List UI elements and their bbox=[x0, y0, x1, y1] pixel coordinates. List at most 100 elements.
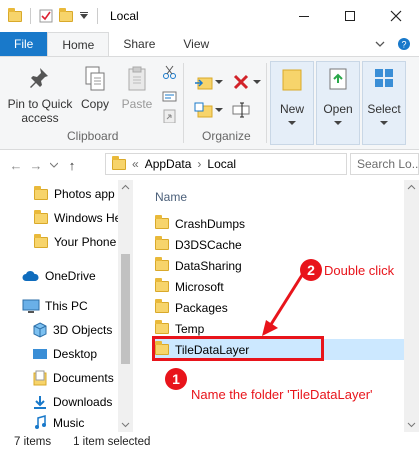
folder-icon bbox=[34, 185, 48, 200]
nav-item-this-pc[interactable]: This PC bbox=[22, 294, 88, 318]
up-button[interactable]: ↑ bbox=[62, 158, 82, 173]
navigation-pane: Photos app Windows He Your Phone OneDriv… bbox=[0, 180, 133, 432]
ribbon-tabs: File Home Share View ? bbox=[0, 32, 419, 56]
folder-icon bbox=[155, 236, 169, 250]
list-item[interactable]: D3DSCache bbox=[155, 234, 242, 255]
chevron-up-icon[interactable] bbox=[118, 182, 133, 192]
folder-icon bbox=[155, 299, 169, 313]
list-item[interactable]: Microsoft bbox=[155, 276, 224, 297]
customize-toolbar-icon[interactable] bbox=[79, 11, 89, 21]
divider bbox=[183, 63, 184, 143]
search-input[interactable]: Search Lo... bbox=[357, 157, 418, 171]
maximize-button[interactable] bbox=[327, 0, 373, 32]
music-icon bbox=[35, 415, 46, 429]
new-folder-icon[interactable] bbox=[59, 7, 73, 22]
paste-button[interactable]: Paste bbox=[118, 65, 156, 111]
cube-icon bbox=[33, 322, 47, 338]
open-label: Open bbox=[323, 102, 353, 116]
step-1-text: Name the folder 'TileDataLayer' bbox=[191, 387, 373, 402]
copy-path-icon[interactable] bbox=[162, 89, 178, 103]
tab-file[interactable]: File bbox=[0, 32, 48, 56]
chevron-down-icon[interactable] bbox=[404, 420, 419, 430]
nav-item-label: Music bbox=[53, 416, 85, 430]
nav-item-desktop[interactable]: Desktop bbox=[32, 342, 97, 366]
address-overflow[interactable]: « bbox=[132, 157, 139, 171]
list-item[interactable]: Packages bbox=[155, 297, 228, 318]
folder-icon bbox=[155, 215, 169, 229]
forward-button[interactable]: → bbox=[26, 158, 46, 173]
nav-item-3d-objects[interactable]: 3D Objects bbox=[32, 318, 112, 342]
nav-item-your-phone[interactable]: Your Phone bbox=[34, 230, 116, 254]
chevron-down-icon[interactable] bbox=[118, 420, 133, 430]
copy-to-icon[interactable] bbox=[194, 101, 214, 119]
new-button[interactable]: New bbox=[270, 61, 314, 145]
select-label: Select bbox=[367, 102, 401, 116]
chevron-right-icon[interactable]: › bbox=[197, 157, 201, 171]
minimize-icon bbox=[299, 16, 309, 17]
list-item[interactable]: CrashDumps bbox=[155, 213, 245, 234]
chevron-up-icon[interactable] bbox=[404, 182, 419, 192]
paste-label: Paste bbox=[121, 97, 153, 111]
chevron-down-icon[interactable] bbox=[215, 79, 223, 85]
nav-scrollbar[interactable] bbox=[118, 180, 133, 432]
nav-item-photos-app[interactable]: Photos app bbox=[34, 182, 115, 206]
select-button[interactable]: Select bbox=[362, 61, 406, 145]
folder-icon bbox=[112, 155, 126, 170]
svg-text:?: ? bbox=[401, 40, 406, 50]
list-item[interactable]: DataSharing bbox=[155, 255, 242, 276]
tab-share[interactable]: Share bbox=[109, 32, 169, 56]
folder-name: Microsoft bbox=[175, 279, 224, 294]
nav-item-documents[interactable]: Documents bbox=[32, 366, 114, 390]
rename-icon[interactable] bbox=[232, 101, 250, 119]
close-icon bbox=[390, 10, 402, 22]
chevron-down-icon[interactable] bbox=[375, 39, 385, 49]
minimize-button[interactable] bbox=[281, 0, 327, 32]
folder-name: D3DSCache bbox=[175, 237, 242, 252]
search-box[interactable]: Search Lo... bbox=[350, 153, 419, 175]
chevron-down-icon bbox=[380, 121, 388, 125]
chevron-down-icon[interactable] bbox=[253, 79, 261, 85]
folder-icon bbox=[155, 278, 169, 292]
paste-shortcut-icon[interactable] bbox=[162, 109, 178, 123]
nav-item-windows-he[interactable]: Windows He bbox=[34, 206, 121, 230]
nav-item-label: 3D Objects bbox=[53, 323, 113, 337]
content-scrollbar[interactable] bbox=[404, 180, 419, 432]
new-folder-icon bbox=[282, 69, 302, 91]
step-2-text: Double click bbox=[324, 263, 395, 278]
tab-view[interactable]: View bbox=[169, 32, 223, 56]
properties-icon[interactable] bbox=[39, 9, 53, 23]
nav-item-onedrive[interactable]: OneDrive bbox=[22, 264, 96, 288]
copy-button[interactable]: Copy bbox=[76, 65, 114, 111]
cut-icon[interactable] bbox=[162, 65, 178, 79]
divider bbox=[266, 63, 267, 143]
open-button[interactable]: Open bbox=[316, 61, 360, 145]
column-header-name[interactable]: Name bbox=[155, 190, 187, 204]
nav-item-downloads[interactable]: Downloads bbox=[32, 390, 112, 414]
breadcrumb-appdata[interactable]: AppData bbox=[145, 157, 192, 171]
chevron-down-icon[interactable] bbox=[215, 107, 223, 113]
status-bar: 7 items 1 item selected bbox=[0, 432, 419, 451]
step-2-badge: 2 bbox=[300, 259, 322, 281]
scrollbar-thumb[interactable] bbox=[121, 254, 130, 364]
move-to-icon[interactable] bbox=[194, 73, 214, 91]
paste-icon bbox=[128, 66, 146, 91]
delete-icon[interactable] bbox=[232, 73, 250, 91]
title-bar: Local bbox=[0, 0, 419, 32]
breadcrumb-local[interactable]: Local bbox=[207, 157, 236, 171]
organize-group-label: Organize bbox=[202, 129, 251, 143]
address-bar[interactable]: « AppData › Local bbox=[105, 153, 347, 175]
pin-to-quick-access-button[interactable]: Pin to Quick access bbox=[4, 65, 76, 125]
help-icon[interactable]: ? bbox=[397, 37, 411, 51]
tab-home[interactable]: Home bbox=[47, 32, 110, 56]
nav-item-label: Desktop bbox=[53, 347, 98, 361]
item-count: 7 items bbox=[14, 435, 52, 448]
navigation-bar: ← → ↑ « AppData › Local Search Lo... bbox=[0, 150, 419, 180]
folder-icon bbox=[34, 233, 48, 248]
chevron-down-icon[interactable] bbox=[50, 162, 58, 168]
nav-item-label: Your Phone bbox=[54, 235, 117, 249]
back-button[interactable]: ← bbox=[6, 158, 26, 173]
nav-item-music[interactable]: Music bbox=[32, 414, 84, 432]
divider bbox=[97, 8, 98, 24]
folder-name: CrashDumps bbox=[175, 216, 246, 231]
close-button[interactable] bbox=[373, 0, 419, 32]
